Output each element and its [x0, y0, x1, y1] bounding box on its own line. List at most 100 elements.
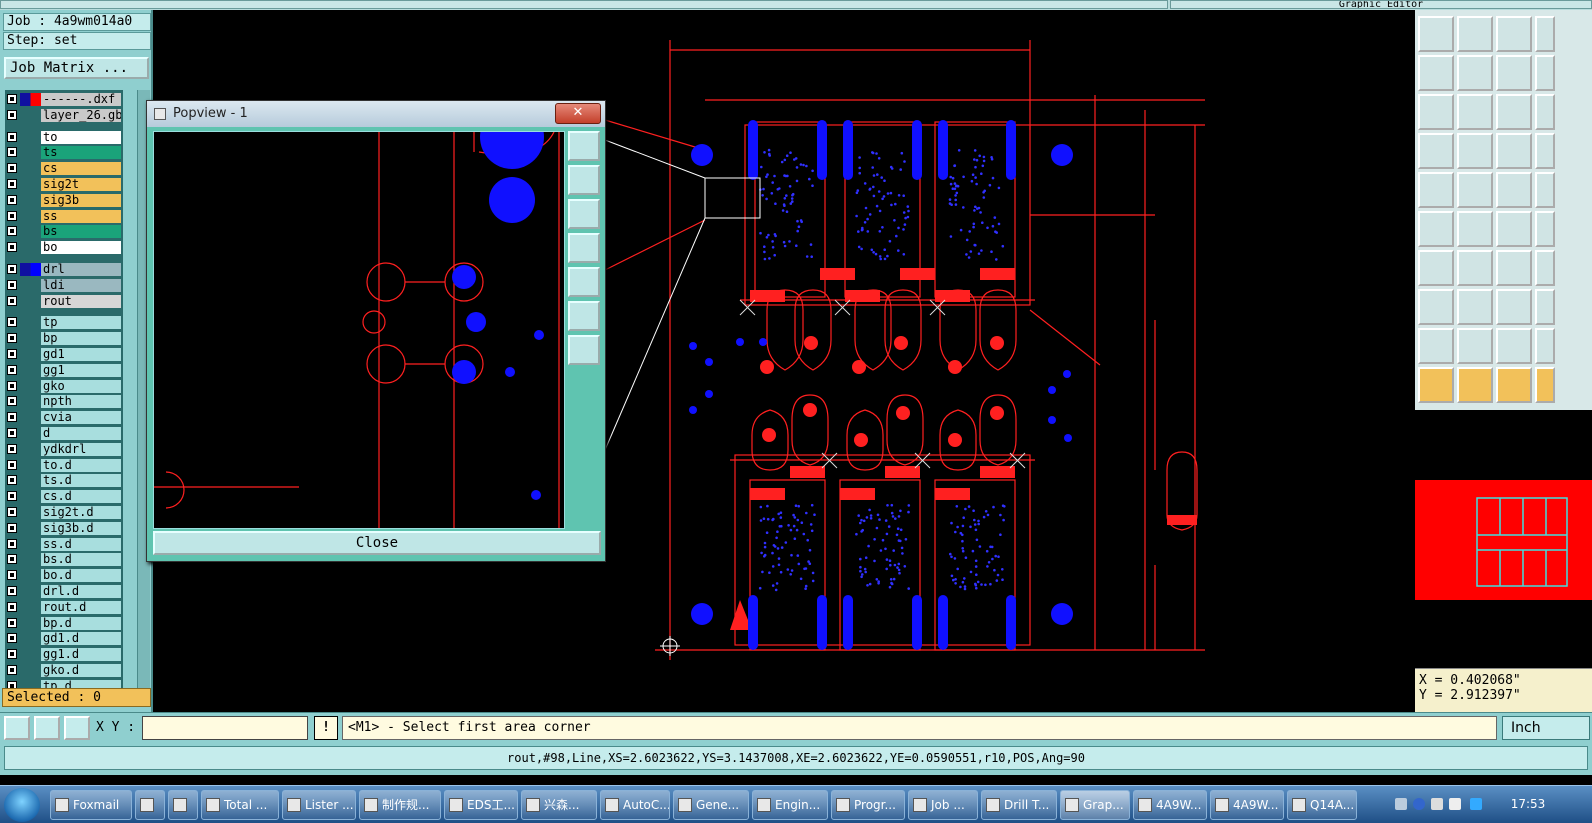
taskbar-item[interactable]: [168, 790, 198, 820]
layer-row[interactable]: gg1: [5, 363, 123, 378]
tool-button[interactable]: [1418, 55, 1454, 91]
taskbar-item[interactable]: Drill T...: [981, 790, 1057, 820]
layer-checkbox[interactable]: [7, 210, 17, 221]
layer-checkbox[interactable]: [7, 94, 17, 104]
layer-checkbox[interactable]: [7, 333, 17, 344]
layer-row[interactable]: gd1: [5, 347, 123, 362]
layer-checkbox[interactable]: [7, 617, 17, 628]
layer-checkbox[interactable]: [7, 586, 17, 596]
measure-icon[interactable]: [34, 716, 60, 740]
layer-row[interactable]: ss.d: [5, 537, 123, 552]
layer-row[interactable]: gko.d: [5, 663, 123, 678]
job-matrix-button[interactable]: Job Matrix ...: [4, 57, 149, 79]
layer-checkbox[interactable]: [7, 459, 17, 470]
tool-button[interactable]: [1535, 172, 1555, 208]
tool-button[interactable]: [1418, 16, 1454, 52]
taskbar-item[interactable]: Engin...: [752, 790, 828, 820]
layer-row[interactable]: to.d: [5, 458, 123, 473]
tool-button[interactable]: [1535, 289, 1555, 325]
zoom-in-button[interactable]: [568, 301, 600, 331]
tool-button[interactable]: [1457, 250, 1493, 286]
layer-row[interactable]: bo.d: [5, 568, 123, 583]
layer-row[interactable]: ts.d: [5, 473, 123, 488]
layer-checkbox[interactable]: [7, 570, 17, 581]
start-button[interactable]: [4, 788, 40, 822]
layer-row[interactable]: cs.d: [5, 489, 123, 504]
layer-row[interactable]: rout.d: [5, 600, 123, 615]
tool-button[interactable]: [1535, 211, 1555, 247]
taskbar-item[interactable]: 4A9W...: [1210, 790, 1284, 820]
layer-checkbox[interactable]: [7, 649, 17, 660]
tool-button[interactable]: [1457, 16, 1493, 52]
tool-button[interactable]: [1418, 328, 1454, 364]
tool-button[interactable]: [1496, 16, 1532, 52]
layer-checkbox[interactable]: [7, 538, 17, 549]
layer-row[interactable]: layer_26.gbr: [5, 108, 123, 123]
tool-button[interactable]: [1496, 94, 1532, 130]
layer-row[interactable]: sig3b: [5, 193, 123, 208]
layer-checkbox[interactable]: [7, 226, 17, 237]
tool-button[interactable]: [1457, 172, 1493, 208]
taskbar-item[interactable]: Lister ...: [282, 790, 356, 820]
layer-checkbox[interactable]: [7, 349, 17, 359]
overview-map[interactable]: [1415, 480, 1592, 600]
tool-button[interactable]: [1496, 328, 1532, 364]
layer-checkbox[interactable]: [7, 475, 17, 486]
taskbar-item[interactable]: Job ...: [908, 790, 978, 820]
layer-row[interactable]: tp: [5, 315, 123, 330]
tool-button[interactable]: [1535, 250, 1555, 286]
tool-button[interactable]: [1496, 289, 1532, 325]
tool-button[interactable]: [1457, 94, 1493, 130]
layer-row[interactable]: ss: [5, 209, 123, 224]
snap-icon[interactable]: [4, 716, 30, 740]
tool-button[interactable]: [1535, 367, 1555, 403]
tool-button[interactable]: [1535, 16, 1555, 52]
keyboard-icon[interactable]: [1395, 798, 1407, 810]
layer-row[interactable]: ldi: [5, 278, 123, 293]
taskbar-item[interactable]: [135, 790, 165, 820]
layer-checkbox[interactable]: [7, 665, 17, 675]
taskbar-item[interactable]: Q14A...: [1287, 790, 1357, 820]
layer-checkbox[interactable]: [7, 364, 17, 375]
taskbar-item[interactable]: 4A9W...: [1133, 790, 1207, 820]
tool-button[interactable]: [1418, 250, 1454, 286]
tool-button[interactable]: [1418, 133, 1454, 169]
layer-checkbox[interactable]: [7, 633, 17, 644]
tool-button[interactable]: [1418, 172, 1454, 208]
tray-app-icon[interactable]: [1470, 798, 1482, 810]
layer-checkbox[interactable]: [7, 396, 17, 407]
taskbar-item[interactable]: Foxmail: [50, 790, 132, 820]
layer-checkbox[interactable]: [7, 554, 17, 565]
tool-button[interactable]: [1418, 211, 1454, 247]
layer-checkbox[interactable]: [7, 109, 17, 120]
layer-checkbox[interactable]: [7, 295, 17, 306]
help-icon[interactable]: [1413, 798, 1425, 810]
tool-button[interactable]: [1535, 133, 1555, 169]
layer-row[interactable]: gg1.d: [5, 647, 123, 662]
layer-checkbox[interactable]: [7, 163, 17, 174]
taskbar-item[interactable]: Grap...: [1060, 790, 1130, 820]
layer-row[interactable]: ydkdrl: [5, 442, 123, 457]
layer-checkbox[interactable]: [7, 522, 17, 533]
zoom-fit-button[interactable]: [568, 131, 600, 161]
layer-row[interactable]: drl: [5, 262, 123, 277]
tool-button[interactable]: [1496, 211, 1532, 247]
taskbar-item[interactable]: Total ...: [201, 790, 279, 820]
tool-button[interactable]: [1457, 55, 1493, 91]
layer-row[interactable]: bp: [5, 331, 123, 346]
layer-checkbox[interactable]: [7, 147, 17, 158]
network-icon[interactable]: [1431, 798, 1443, 810]
taskbar-item[interactable]: 兴森...: [521, 790, 597, 820]
layer-row[interactable]: sig2t: [5, 177, 123, 192]
layer-row[interactable]: ------.dxf: [5, 92, 123, 107]
tool-button[interactable]: [1535, 55, 1555, 91]
layer-row[interactable]: npth: [5, 394, 123, 409]
volume-icon[interactable]: [1449, 798, 1461, 810]
layer-checkbox[interactable]: [7, 194, 17, 205]
tool-button[interactable]: [1418, 367, 1454, 403]
layer-checkbox[interactable]: [7, 380, 17, 391]
layer-checkbox[interactable]: [7, 279, 17, 290]
layer-row[interactable]: rout: [5, 294, 123, 309]
tool-button[interactable]: [1496, 250, 1532, 286]
layer-row[interactable]: sig3b.d: [5, 521, 123, 536]
